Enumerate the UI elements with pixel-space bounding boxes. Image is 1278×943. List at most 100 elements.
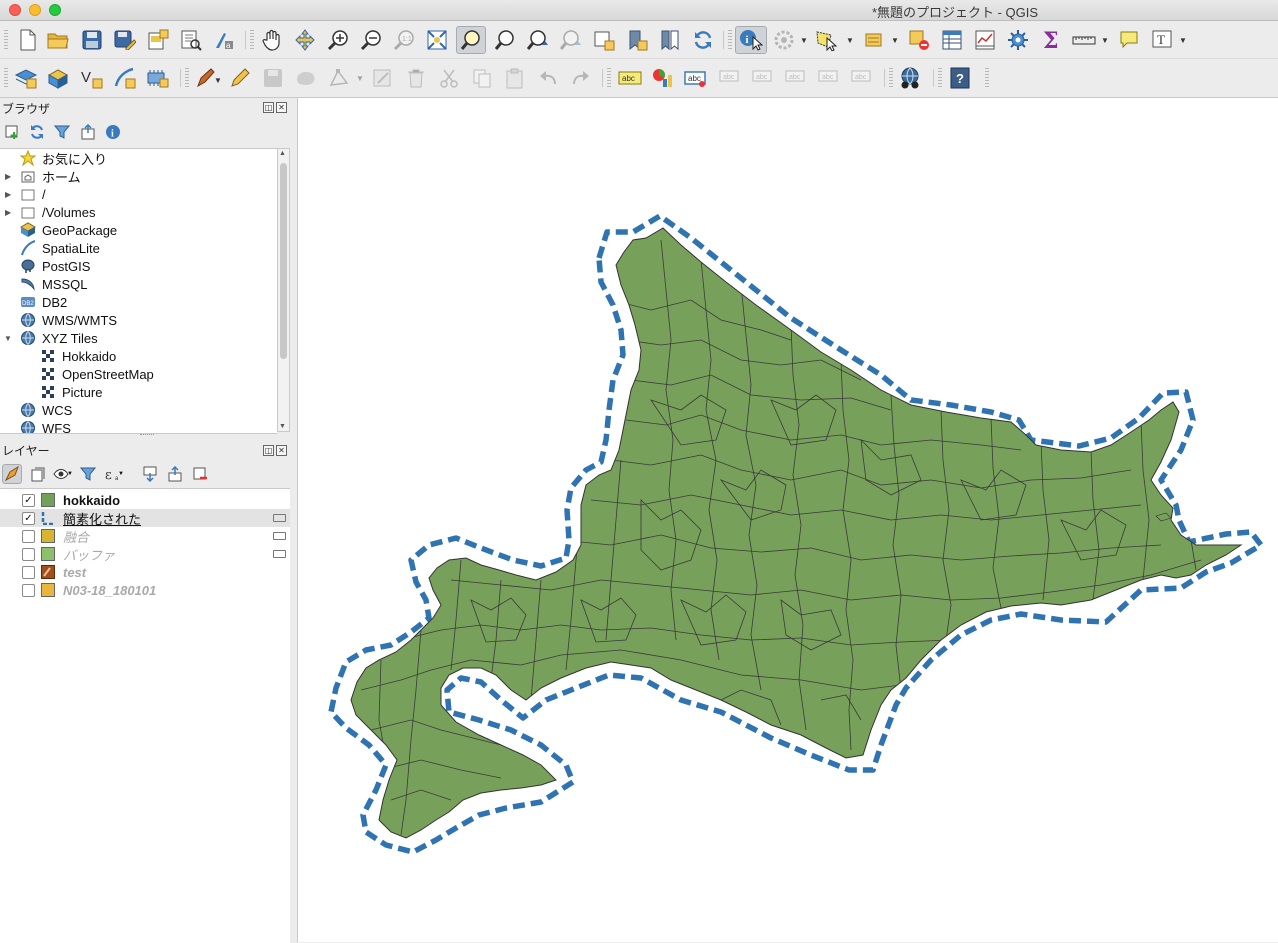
panel-splitter-handle[interactable] bbox=[140, 434, 154, 437]
measure-line-icon[interactable] bbox=[1071, 27, 1097, 53]
layout-manager-icon[interactable] bbox=[178, 27, 204, 53]
browser-item-xyz-tiles[interactable]: XYZ Tiles bbox=[20, 329, 98, 347]
browser-item-root[interactable]: / bbox=[20, 185, 46, 203]
browser-item-geopackage[interactable]: GeoPackage bbox=[20, 221, 117, 239]
save-as-icon[interactable] bbox=[112, 27, 138, 53]
open-project-icon[interactable] bbox=[45, 27, 71, 53]
zoom-to-layer-icon[interactable] bbox=[492, 27, 518, 53]
help-icon[interactable]: ? bbox=[947, 65, 973, 91]
collapse-arrow-icon[interactable]: ▼ bbox=[4, 329, 14, 347]
layer-row-buffer[interactable]: バッファ bbox=[0, 545, 290, 563]
filter-legend-icon[interactable] bbox=[78, 464, 98, 484]
layer-labeling-abc-icon[interactable]: abc bbox=[617, 65, 643, 91]
layers-float-button[interactable]: ◫ bbox=[263, 445, 274, 456]
zoom-last-icon[interactable] bbox=[525, 27, 551, 53]
vertex-tool-icon[interactable] bbox=[326, 65, 352, 91]
zoom-next-icon[interactable] bbox=[558, 27, 584, 53]
zoom-full-icon[interactable] bbox=[424, 27, 450, 53]
window-minimize-button[interactable] bbox=[29, 4, 41, 16]
data-source-manager-icon[interactable] bbox=[13, 65, 39, 91]
browser-item-favorites[interactable]: お気に入り bbox=[20, 149, 107, 167]
browser-tree[interactable]: お気に入り ▶ ホーム ▶ / ▶ /Volumes GeoPackage Sp… bbox=[0, 148, 277, 434]
toolbar-grip[interactable] bbox=[728, 30, 732, 50]
window-close-button[interactable] bbox=[9, 4, 21, 16]
browser-item-wms-wmts[interactable]: WMS/WMTS bbox=[20, 311, 117, 329]
layers-tree[interactable]: ✓ hokkaido ✓ 簡素化された 融合 バッファ test N03-18_… bbox=[0, 488, 290, 943]
remove-layer-icon[interactable] bbox=[190, 464, 210, 484]
map-canvas[interactable] bbox=[297, 98, 1278, 942]
new-bookmark-icon[interactable] bbox=[624, 27, 650, 53]
toolbar-grip[interactable] bbox=[185, 68, 189, 88]
expand-arrow-icon[interactable]: ▶ bbox=[5, 203, 15, 221]
zoom-native-resolution-icon[interactable]: 1:1 bbox=[391, 27, 417, 53]
layer-visibility-checkbox[interactable]: ✓ bbox=[22, 493, 35, 507]
run-feature-action-icon[interactable] bbox=[771, 27, 797, 53]
move-label-icon[interactable]: abc bbox=[782, 65, 808, 91]
zoom-out-icon[interactable] bbox=[358, 27, 384, 53]
memory-layer-icon[interactable] bbox=[273, 550, 286, 558]
toolbar-grip[interactable] bbox=[250, 30, 254, 50]
zoom-in-icon[interactable] bbox=[325, 27, 351, 53]
browser-filter-icon[interactable] bbox=[52, 122, 72, 142]
toolbar-grip[interactable] bbox=[607, 68, 611, 88]
scroll-up-arrow-icon[interactable]: ▲ bbox=[279, 150, 286, 157]
layer-symbol-swatch[interactable] bbox=[41, 583, 55, 597]
browser-item-home[interactable]: ホーム bbox=[20, 167, 81, 185]
add-feature-icon[interactable] bbox=[293, 65, 319, 91]
show-hide-labels-icon[interactable]: abc bbox=[749, 65, 775, 91]
save-layer-edits-icon[interactable] bbox=[260, 65, 286, 91]
refresh-icon[interactable] bbox=[690, 27, 716, 53]
highlight-pinned-labels-icon[interactable]: abc bbox=[683, 65, 709, 91]
identify-features-icon[interactable]: i bbox=[735, 26, 767, 54]
toolbox-gear-icon[interactable] bbox=[1005, 27, 1031, 53]
style-manager-icon[interactable]: a bbox=[211, 27, 237, 53]
layer-diagram-icon[interactable] bbox=[650, 65, 676, 91]
map-tips-icon[interactable] bbox=[1116, 27, 1142, 53]
browser-item-db2[interactable]: DB2 DB2 bbox=[20, 293, 67, 311]
paste-features-icon[interactable] bbox=[502, 65, 528, 91]
undo-icon[interactable] bbox=[535, 65, 561, 91]
browser-item-volumes[interactable]: /Volumes bbox=[20, 203, 95, 221]
text-annotation-icon[interactable]: T bbox=[1149, 27, 1175, 53]
modify-attributes-icon[interactable] bbox=[370, 65, 396, 91]
toolbar-grip[interactable] bbox=[4, 30, 8, 50]
show-bookmarks-icon[interactable] bbox=[657, 27, 683, 53]
layer-symbol-swatch[interactable] bbox=[41, 565, 55, 579]
browser-item-spatialite[interactable]: SpatiaLite bbox=[20, 239, 100, 257]
change-label-icon[interactable]: abc bbox=[848, 65, 874, 91]
layer-visibility-checkbox[interactable] bbox=[22, 583, 35, 597]
pan-hand-icon[interactable] bbox=[259, 27, 285, 53]
expand-all-icon[interactable] bbox=[140, 464, 160, 484]
layer-visibility-checkbox[interactable] bbox=[22, 565, 35, 579]
toolbar-grip[interactable] bbox=[4, 68, 8, 88]
save-project-icon[interactable] bbox=[79, 27, 105, 53]
layer-visibility-checkbox[interactable] bbox=[22, 529, 35, 543]
layer-visibility-checkbox[interactable]: ✓ bbox=[22, 511, 35, 525]
new-temporary-layer-icon[interactable] bbox=[145, 65, 171, 91]
toolbar-grip[interactable] bbox=[938, 68, 942, 88]
expand-arrow-icon[interactable]: ▶ bbox=[5, 185, 15, 203]
layer-symbol-swatch[interactable] bbox=[41, 529, 55, 543]
browser-properties-info-icon[interactable]: i bbox=[103, 122, 123, 142]
rotate-label-icon[interactable]: abc bbox=[815, 65, 841, 91]
new-geopackage-layer-icon[interactable] bbox=[46, 65, 72, 91]
dashed-line-symbol-icon[interactable] bbox=[41, 511, 55, 526]
browser-item-picture[interactable]: Picture bbox=[40, 383, 102, 401]
window-maximize-button[interactable] bbox=[49, 4, 61, 16]
memory-layer-icon[interactable] bbox=[273, 532, 286, 540]
new-project-icon[interactable] bbox=[14, 27, 40, 53]
select-features-icon[interactable] bbox=[814, 27, 840, 53]
select-by-value-icon[interactable] bbox=[861, 27, 887, 53]
cut-features-icon[interactable] bbox=[436, 65, 462, 91]
memory-layer-icon[interactable] bbox=[273, 514, 286, 522]
pin-labels-icon[interactable]: abc bbox=[716, 65, 742, 91]
scroll-down-arrow-icon[interactable]: ▼ bbox=[279, 423, 286, 430]
browser-item-mssql[interactable]: MSSQL bbox=[20, 275, 88, 293]
layer-row-hokkaido[interactable]: ✓ hokkaido bbox=[0, 491, 290, 509]
pan-to-selection-icon[interactable] bbox=[292, 27, 318, 53]
browser-float-button[interactable]: ◫ bbox=[263, 102, 274, 113]
statistical-summary-icon[interactable] bbox=[972, 27, 998, 53]
browser-item-wfs[interactable]: WFS bbox=[20, 419, 71, 433]
open-layer-styling-icon[interactable] bbox=[2, 464, 22, 484]
toolbar-grip[interactable] bbox=[889, 68, 893, 88]
